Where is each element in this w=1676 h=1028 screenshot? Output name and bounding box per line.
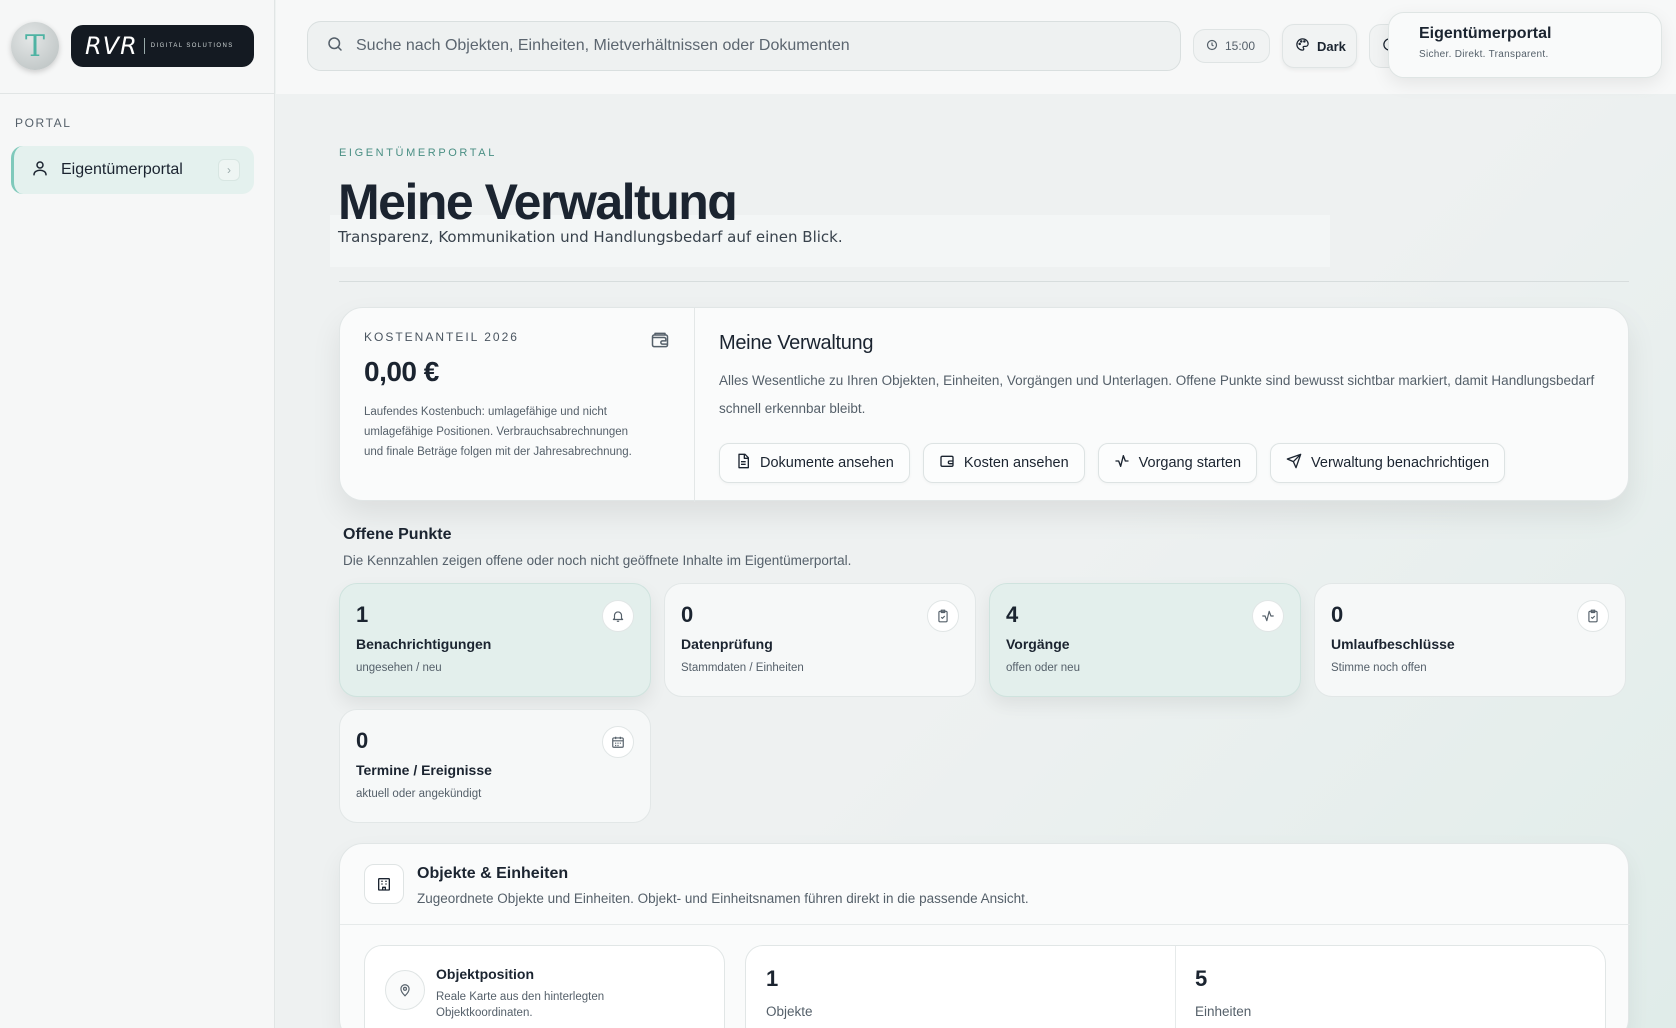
sidebar-section-label: PORTAL [15,116,72,130]
bell-icon [602,600,634,632]
object-position-card[interactable]: Objektposition Reale Karte aus den hinte… [364,945,725,1028]
document-icon [735,453,751,473]
session-time: 15:00 [1225,39,1256,53]
documents-button-label: Dokumente ansehen [760,455,894,471]
card-value: 1 [356,602,369,627]
theme-label: Dark [1317,38,1346,54]
page-title: Meine Verwaltung [338,174,737,220]
logo-divider [143,38,145,54]
card-label: Datenprüfung [681,636,773,652]
wallet-icon [939,453,955,473]
portal-tagline: Sicher. Direkt. Transparent. [1419,49,1549,60]
card-value: 4 [1006,602,1019,627]
wallet-icon [650,330,670,355]
send-icon [1286,453,1302,473]
overview-card: KOSTENANTEIL 2026 0,00 € Laufendes Koste… [339,307,1629,502]
notify-management-button-label: Verwaltung benachrichtigen [1311,455,1490,471]
portal-info-card: Eigentümerportal Sicher. Direkt. Transpa… [1388,12,1662,78]
building-icon [364,864,404,904]
card-caption: aktuell oder angekündigt [356,788,482,800]
overview-panel: Meine Verwaltung Alles Wesentliche zu Ih… [719,332,1599,483]
page-eyebrow: EIGENTÜMERPORTAL [339,147,497,159]
overview-actions: Dokumente ansehen Kosten ansehen Vorgang… [719,443,1599,483]
clock-icon [1206,39,1218,54]
user-icon [31,159,49,182]
card-label: Vorgänge [1006,636,1070,652]
open-items-title: Offene Punkte [343,526,452,543]
logo-mark: RVR [85,32,138,60]
map-pin-icon [385,970,425,1010]
processes-card[interactable]: 4 Vorgänge offen oder neu [989,583,1301,697]
objects-divider [340,924,1630,925]
sidebar-item-label: Eigentümerportal [61,161,183,178]
topbar: 15:00 Dark Eigentümerportal Sicher. Dire… [276,0,1676,94]
events-card[interactable]: 0 Termine / Ereignisse aktuell oder ange… [339,709,651,823]
documents-button[interactable]: Dokumente ansehen [719,443,910,483]
page-subtitle: Transparenz, Kommunikation und Handlungs… [338,228,843,246]
card-caption: offen oder neu [1006,662,1080,674]
start-process-button[interactable]: Vorgang starten [1097,443,1258,483]
objects-stat[interactable]: 1 Objekte [766,966,813,1019]
notify-management-button[interactable]: Verwaltung benachrichtigen [1270,443,1506,483]
cost-share-panel: KOSTENANTEIL 2026 0,00 € Laufendes Koste… [340,308,695,502]
sidebar-item-eigentuemerportal[interactable]: Eigentümerportal › [11,146,254,194]
objects-units-card: Objekte & Einheiten Zugeordnete Objekte … [339,843,1630,1028]
palette-icon [1295,37,1310,55]
overview-title: Meine Verwaltung [719,332,874,354]
card-caption: Stimme noch offen [1331,662,1427,674]
objects-subtitle: Zugeordnete Objekte und Einheiten. Objek… [417,891,1029,906]
chevron-right-icon[interactable]: › [218,159,240,181]
session-timer[interactable]: 15:00 [1193,29,1270,63]
object-stats: 1 Objekte 5 Einheiten [745,945,1606,1028]
object-position-title: Objektposition [436,966,534,982]
logo-subtitle: DIGITAL SOLUTIONS [150,43,234,49]
start-process-button-label: Vorgang starten [1138,455,1242,471]
theme-toggle-button[interactable]: Dark [1282,24,1357,68]
card-value: 0 [356,728,369,753]
cost-share-label: KOSTENANTEIL 2026 [364,330,519,344]
card-value: 0 [681,602,694,627]
open-items-subtitle: Die Kennzahlen zeigen offene oder noch n… [343,553,852,568]
brand-logo[interactable]: RVR DIGITAL SOLUTIONS [71,25,254,67]
card-caption: Stammdaten / Einheiten [681,662,804,674]
stat-label: Objekte [766,1004,813,1019]
costs-button[interactable]: Kosten ansehen [922,443,1085,483]
notifications-card[interactable]: 1 Benachrichtigungen ungesehen / neu [339,583,651,697]
stat-value: 1 [766,966,779,991]
search-input[interactable] [356,37,1156,55]
data-review-card[interactable]: 0 Datenprüfung Stammdaten / Einheiten [664,583,976,697]
cost-share-value: 0,00 € [364,356,439,387]
activity-icon [1114,453,1130,473]
clipboard-icon [927,600,959,632]
card-label: Umlaufbeschlüsse [1331,636,1455,652]
portal-title: Eigentümerportal [1419,25,1552,42]
activity-icon [1252,600,1284,632]
card-caption: ungesehen / neu [356,662,442,674]
card-label: Benachrichtigungen [356,636,492,652]
stat-label: Einheiten [1195,1004,1252,1019]
main-content: 15:00 Dark Eigentümerportal Sicher. Dire… [276,0,1676,1028]
clipboard-icon [1577,600,1609,632]
stat-value: 5 [1195,966,1208,991]
calendar-icon [602,726,634,758]
units-stat[interactable]: 5 Einheiten [1195,966,1251,1019]
stats-divider [1175,946,1176,1028]
costs-button-label: Kosten ansehen [963,455,1069,471]
sidebar-header: T RVR DIGITAL SOLUTIONS [0,0,274,94]
avatar[interactable]: T [11,22,59,70]
search-bar[interactable] [307,21,1181,71]
circular-resolutions-card[interactable]: 0 Umlaufbeschlüsse Stimme noch offen [1314,583,1626,697]
header-divider [339,281,1629,282]
cost-share-description: Laufendes Kostenbuch: umlagefähige und n… [364,406,632,458]
object-position-description: Reale Karte aus den hinterlegten Objektk… [436,991,605,1019]
search-icon [326,35,344,58]
card-value: 0 [1331,602,1344,627]
objects-title: Objekte & Einheiten [417,865,569,882]
overview-text: Alles Wesentliche zu Ihren Objekten, Ein… [719,373,1595,416]
sidebar: T RVR DIGITAL SOLUTIONS PORTAL Eigentüme… [0,0,275,1028]
card-label: Termine / Ereignisse [356,762,492,778]
